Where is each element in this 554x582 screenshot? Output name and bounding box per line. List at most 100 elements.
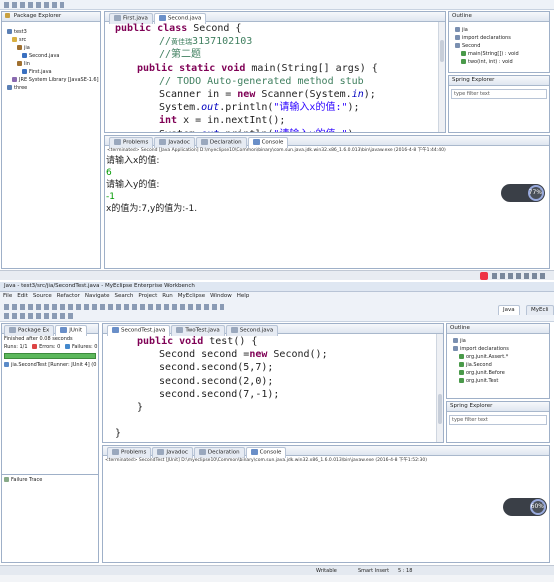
tree-item[interactable]: Second.java <box>2 52 100 60</box>
outline-item[interactable]: jia <box>449 26 549 34</box>
tray-s-icon[interactable] <box>480 272 488 280</box>
tab-icon <box>158 15 166 21</box>
outline-item[interactable]: org.junit.Test <box>447 377 549 385</box>
console-tab[interactable]: Declaration <box>193 447 245 458</box>
console-line: 请输入y的值: <box>106 180 160 190</box>
editor-tab[interactable]: TwoTest.java <box>171 325 225 336</box>
spring-explorer-title-bottom[interactable]: Spring Explorer <box>450 403 492 409</box>
tree-item[interactable]: First.java <box>2 68 100 76</box>
code-token: Second(); <box>273 349 328 361</box>
console-tab[interactable]: Javadoc <box>152 447 193 458</box>
code-area-bottom[interactable]: public void test() {Second second =new S… <box>115 335 328 441</box>
spring-filter-input-bottom[interactable]: type filter text <box>449 415 547 425</box>
project-icon <box>7 85 12 90</box>
view-tab[interactable]: Package Ex <box>4 325 55 336</box>
menu-item[interactable]: Help <box>237 293 250 299</box>
outline-item[interactable]: two(int, int) : void <box>449 58 549 66</box>
code-token: new <box>249 349 274 361</box>
code-line: public void test() { <box>115 335 328 348</box>
tree-item[interactable]: lin <box>2 60 100 68</box>
outline-title[interactable]: Outline <box>452 13 472 19</box>
tab-icon <box>114 139 121 145</box>
console-tab[interactable]: Declaration <box>195 137 247 148</box>
outline-item-label: jia.Second <box>466 362 492 368</box>
spring-explorer-title[interactable]: Spring Explorer <box>452 77 494 83</box>
spring-filter-input[interactable]: type filter text <box>451 89 547 99</box>
tree-item[interactable]: three <box>2 84 100 92</box>
outline-node-icon <box>455 35 460 40</box>
menu-item[interactable]: Window <box>210 293 232 299</box>
editor-scrollbar-bottom[interactable] <box>436 334 443 442</box>
console-tab[interactable]: Console <box>245 447 287 458</box>
bottom-editor: SecondTest.java TwoTest.java Second.java p… <box>102 323 444 443</box>
toolbar-icons-row1[interactable] <box>4 304 224 310</box>
menu-item[interactable]: Source <box>33 293 52 299</box>
cpu-badge-value: 77% <box>528 189 542 196</box>
toolbar-icons[interactable] <box>4 2 64 8</box>
outline-item[interactable]: import declarations <box>447 345 549 353</box>
outline-item[interactable]: org.junit.Before <box>447 369 549 377</box>
editor-tab[interactable]: Second.java <box>225 325 279 336</box>
outline-item[interactable]: org.junit.Assert.* <box>447 353 549 361</box>
code-token: "请输入y的值:" <box>273 129 347 133</box>
console-tab[interactable]: Console <box>247 137 289 148</box>
tree-item-label: lin <box>24 61 30 67</box>
tree-item[interactable]: JRE System Library [JavaSE-1.6] <box>2 76 100 84</box>
junit-test-item[interactable]: jia.SecondTest [Runner: JUnit 4] (0 <box>4 362 96 368</box>
perspective-java[interactable]: Java <box>498 305 520 315</box>
bottom-spring-panel: Spring Explorer type filter text <box>446 401 550 443</box>
tab-icon <box>250 449 258 455</box>
tree-item[interactable]: src <box>2 36 100 44</box>
editor-scroll-thumb[interactable] <box>440 40 444 62</box>
editor-scroll-thumb-bottom[interactable] <box>438 394 442 424</box>
tab-icon <box>230 327 238 333</box>
editor-scrollbar[interactable] <box>438 22 445 132</box>
toolbar-icons-row2[interactable] <box>4 313 74 319</box>
editor-tab[interactable]: SecondTest.java <box>107 325 171 336</box>
junit-progress-bar <box>4 353 96 359</box>
console-line: 请输入x的值: <box>106 156 160 166</box>
view-tab[interactable]: JUnit <box>55 325 88 336</box>
tree-item-label: Second.java <box>29 53 60 59</box>
bottom-outline-panel: Outline jia import declarations org.junit.… <box>446 323 550 399</box>
code-token: public class <box>115 23 194 34</box>
outline-item[interactable]: jia.Second <box>447 361 549 369</box>
code-token: ); <box>363 88 376 100</box>
outline-title-bottom[interactable]: Outline <box>450 325 470 331</box>
menu-item[interactable]: Navigate <box>85 293 110 299</box>
perspective-myeclipse[interactable]: MyEcli <box>526 305 554 315</box>
outline-tree-bottom: jia import declarations org.junit.Assert.*… <box>447 334 549 385</box>
code-line: second.second(2,0); <box>115 375 328 388</box>
menu-item[interactable]: Edit <box>17 293 28 299</box>
code-line: second.second(7,-1); <box>115 388 328 401</box>
menu-item[interactable]: Search <box>115 293 134 299</box>
menu-item[interactable]: MyEclipse <box>178 293 205 299</box>
outline-item[interactable]: main(String[]) : void <box>449 50 549 58</box>
code-token: second.second(7,-1); <box>159 388 280 400</box>
console-tab[interactable]: Javadoc <box>154 137 195 148</box>
tray-icons[interactable] <box>492 273 548 279</box>
console-tab[interactable]: Problems <box>107 447 152 458</box>
menu-item[interactable]: Run <box>162 293 173 299</box>
folder-icon <box>12 37 17 42</box>
outline-item[interactable]: Second <box>449 42 549 50</box>
junit-panel: Package Ex JUnit Finished after 0.08 seco… <box>1 323 99 563</box>
outline-node-icon <box>453 346 458 351</box>
tree-item[interactable]: test3 <box>2 28 100 36</box>
menu-item[interactable]: Project <box>138 293 157 299</box>
outline-item[interactable]: import declarations <box>449 34 549 42</box>
menu-item[interactable]: Refactor <box>57 293 80 299</box>
tree-item[interactable]: jia <box>2 44 100 52</box>
code-token: x = in.nextInt(); <box>183 115 286 127</box>
editor-tab-label: First.java <box>123 15 148 22</box>
console-line: x的值为:7,y的值为:-1. <box>106 204 198 214</box>
tab-icon <box>112 327 119 333</box>
package-explorer-title[interactable]: Package Explorer <box>14 13 61 19</box>
junit-failures: Failures: 0 <box>71 344 98 350</box>
console-tab[interactable]: Problems <box>109 137 154 148</box>
menu-item[interactable]: File <box>3 293 12 299</box>
outline-item[interactable]: jia <box>447 337 549 345</box>
console-tab-label: Console <box>261 139 284 146</box>
code-area[interactable]: public class Second {//黄佳瑞3137102103//第二… <box>115 22 378 133</box>
menu-bar: File Edit Source Refactor Navigate Search Proj… <box>0 292 554 301</box>
